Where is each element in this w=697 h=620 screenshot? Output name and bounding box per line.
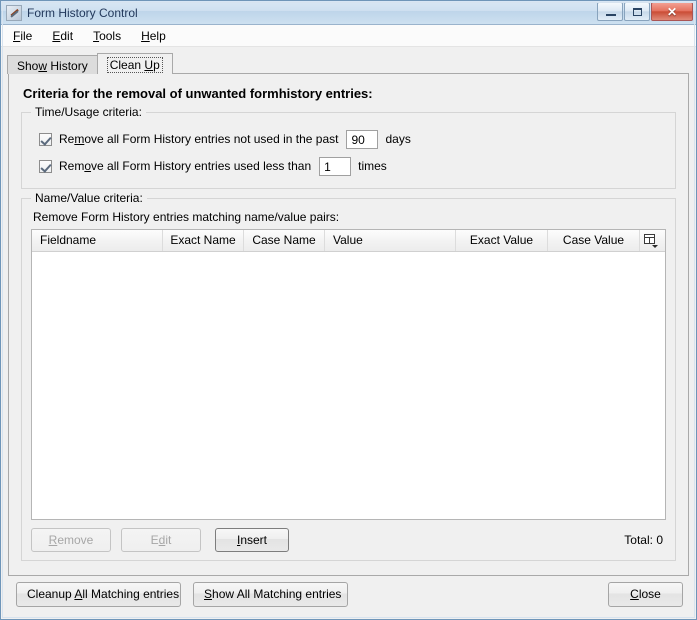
column-header-case-value[interactable]: Case Value [548,230,640,251]
menu-help[interactable]: Help [139,27,175,45]
name-value-table: Fieldname Exact Name Case Name Value Exa… [31,229,666,520]
clean-up-panel: Criteria for the removal of unwanted for… [8,73,689,576]
time-usage-legend: Time/Usage criteria: [31,105,146,119]
checkbox-used-less-than-label: Remove all Form History entries used les… [59,159,312,173]
form-history-control-window: Form History Control ✕ File Edit Tools H… [0,0,697,620]
table-body[interactable] [32,252,665,519]
maximize-button[interactable] [624,2,650,21]
window-title: Form History Control [27,5,138,20]
minimize-icon [606,14,616,16]
close-icon: ✕ [666,5,678,19]
menu-edit[interactable]: Edit [50,27,82,45]
times-unit-label: times [358,159,387,173]
criteria-row-not-used: Remove all Form History entries not used… [39,127,665,151]
remove-button[interactable]: Remove [31,528,111,552]
cleanup-all-matching-button[interactable]: Cleanup All Matching entries [16,581,181,607]
name-value-legend: Name/Value criteria: [31,191,147,205]
row-action-bar: Remove Edit Insert Total: 0 [31,528,666,552]
close-button[interactable]: Close [608,581,683,607]
maximize-icon [633,8,642,16]
tab-show-history[interactable]: Show History [7,55,98,74]
name-value-subtitle: Remove Form History entries matching nam… [33,210,340,224]
total-count-label: Total: 0 [624,533,663,547]
criteria-row-used-less-than: Remove all Form History entries used les… [39,154,665,178]
edit-button[interactable]: Edit [121,528,201,552]
days-unit-label: days [385,132,411,146]
column-header-value[interactable]: Value [325,230,456,251]
column-header-exact-name[interactable]: Exact Name [163,230,244,251]
menu-file[interactable]: File [11,27,41,45]
title-bar: Form History Control ✕ [1,1,696,25]
close-window-button[interactable]: ✕ [651,2,693,21]
column-chooser-button[interactable] [640,230,660,251]
window-controls: ✕ [597,2,693,21]
checkbox-not-used-in-past[interactable] [39,132,52,146]
times-input[interactable] [319,156,352,176]
client-area: Show History Clean Up Criteria for the r… [1,47,696,619]
column-header-case-name[interactable]: Case Name [244,230,325,251]
name-value-group: Name/Value criteria: Remove Form History… [21,191,676,561]
checkbox-not-used-label: Remove all Form History entries not used… [59,132,339,146]
tab-clean-up[interactable]: Clean Up [96,53,173,74]
app-icon [6,4,22,21]
menu-bar: File Edit Tools Help [1,25,696,47]
time-usage-group: Time/Usage criteria: Remove all Form His… [21,105,676,189]
chevron-down-icon [652,245,658,248]
page-title: Criteria for the removal of unwanted for… [23,86,373,101]
insert-button[interactable]: Insert [215,528,289,552]
bottom-button-bar: Cleanup All Matching entries Show All Ma… [8,576,689,612]
column-header-exact-value[interactable]: Exact Value [456,230,548,251]
tab-strip: Show History Clean Up [7,53,689,74]
minimize-button[interactable] [597,2,623,21]
show-all-matching-button[interactable]: Show All Matching entries [193,581,348,607]
menu-tools[interactable]: Tools [91,27,130,45]
checkbox-used-less-than[interactable] [39,159,52,173]
column-chooser-icon [644,234,655,244]
days-input[interactable] [346,129,379,149]
table-header-row: Fieldname Exact Name Case Name Value Exa… [32,230,665,252]
column-header-fieldname[interactable]: Fieldname [32,230,163,251]
